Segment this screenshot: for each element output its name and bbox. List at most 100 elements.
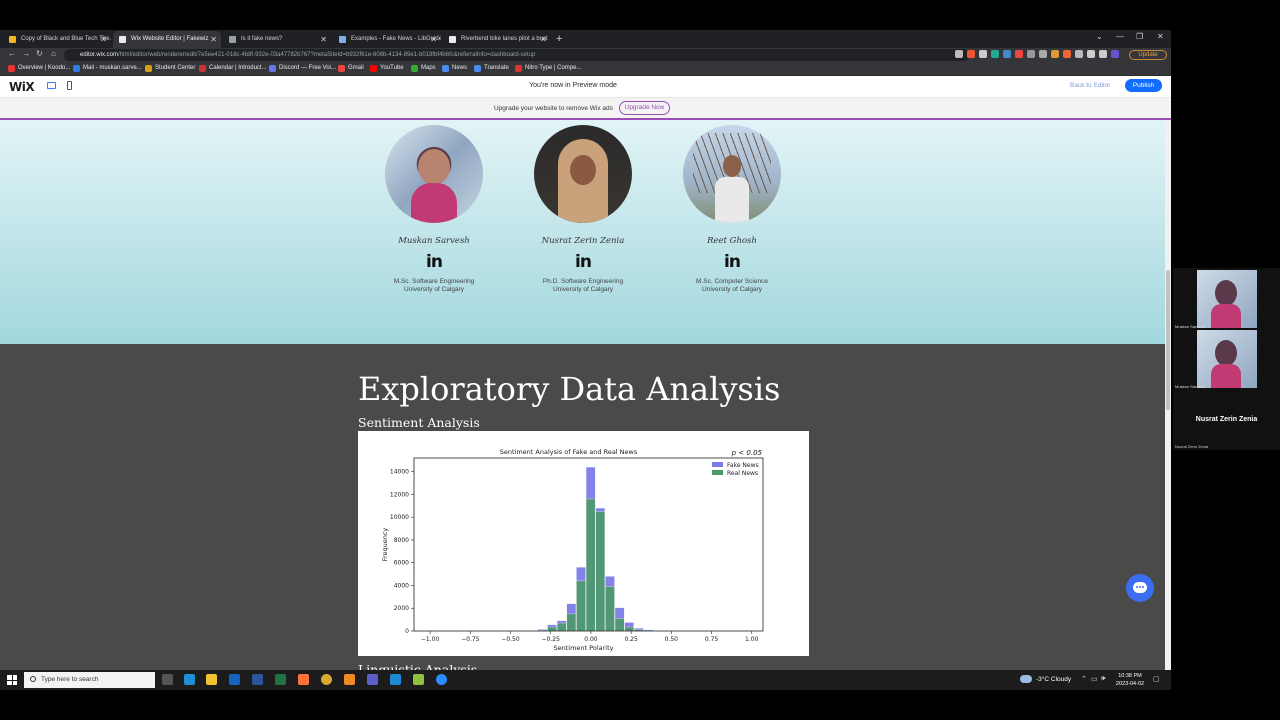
task-view-icon[interactable] [162, 674, 173, 685]
minimize-icon[interactable]: — [1116, 32, 1124, 41]
tab-title: Copy of Black and Blue Tech The... [21, 36, 111, 42]
close-tab-icon[interactable]: ✕ [210, 31, 217, 48]
address-bar[interactable]: editor.wix.com/html/editor/web/renderer/… [64, 49, 969, 61]
extension-icon[interactable] [979, 50, 987, 58]
file-explorer-icon[interactable] [206, 674, 217, 685]
browser-tab[interactable]: Riverbend bike lanes pilot a bust ✕ [443, 31, 551, 48]
chrome-icon[interactable] [321, 674, 332, 685]
extension-icon[interactable] [1087, 50, 1095, 58]
browser-tab[interactable]: Copy of Black and Blue Tech The... ✕ [3, 31, 111, 48]
tray-chevron-icon[interactable]: ⌃ [1081, 675, 1087, 683]
extension-icon[interactable] [955, 50, 963, 58]
extension-icon[interactable] [1075, 50, 1083, 58]
close-tab-icon[interactable]: ✕ [430, 31, 437, 48]
y-tick-label: 14000 [390, 469, 409, 476]
bookmark-item[interactable]: Calendar | Introduct... [199, 64, 267, 73]
bookmark-favicon-icon [411, 65, 418, 72]
bookmark-item[interactable]: Maps [411, 64, 436, 73]
screen: Copy of Black and Blue Tech The... ✕ Wix W… [0, 0, 1280, 720]
extension-icon[interactable] [1039, 50, 1047, 58]
taskbar-search[interactable]: Type here to search [24, 672, 155, 688]
linkedin-icon[interactable]: in [657, 252, 807, 272]
close-tab-icon[interactable]: ✕ [320, 31, 327, 48]
close-window-icon[interactable]: ✕ [1157, 32, 1164, 41]
vlc-icon[interactable] [344, 674, 355, 685]
publish-button[interactable]: Publish [1125, 79, 1162, 92]
search-placeholder: Type here to search [41, 676, 99, 683]
participant-name: Muskan Sarvesh [1175, 384, 1205, 389]
notepad-plus-icon[interactable] [413, 674, 424, 685]
chart-title: Sentiment Analysis of Fake and Real News [500, 448, 638, 456]
extension-icon[interactable] [991, 50, 999, 58]
team-section: Muskan Sarvesh in M.Sc. Software Enginee… [0, 120, 1165, 344]
bookmark-item[interactable]: Mail - muskan.sarve... [73, 64, 142, 73]
extension-icon[interactable] [1027, 50, 1035, 58]
y-tick-label: 8000 [394, 537, 409, 544]
volume-icon[interactable]: 🕪 [1101, 675, 1105, 683]
back-icon[interactable]: ← [8, 49, 16, 58]
update-button[interactable]: Update [1129, 50, 1167, 60]
bookmark-label: Mail - muskan.sarve... [83, 65, 142, 71]
real-news-bar [566, 613, 577, 632]
bookmark-item[interactable]: Discord — Free Voi... [269, 64, 336, 73]
bookmark-item[interactable]: News [442, 64, 467, 73]
restore-icon[interactable]: ❐ [1136, 32, 1143, 41]
browser-tab[interactable]: Examples - Fake News - LibGuides ✕ [333, 31, 441, 48]
bookmark-item[interactable]: Nitro Type | Compe... [515, 64, 581, 73]
tab-favicon-icon [449, 36, 456, 43]
tab-title: Is it fake news? [241, 36, 283, 42]
extension-icon[interactable] [1015, 50, 1023, 58]
bookmark-item[interactable]: YouTube [370, 64, 404, 73]
zoom-icon[interactable] [436, 674, 447, 685]
taskbar: Type here to search -3°C Cloudy ⌃ ▭ 🕪 10… [0, 670, 1171, 690]
back-to-editor-link[interactable]: Back to Editor [1070, 82, 1110, 89]
firefox-icon[interactable] [298, 674, 309, 685]
clock-date: 2023-04-02 [1115, 681, 1145, 687]
bookmark-favicon-icon [338, 65, 345, 72]
y-axis-label: Frequency [381, 528, 389, 562]
close-tab-icon[interactable]: ✕ [100, 31, 107, 48]
x-tick-label: 0.25 [624, 636, 638, 643]
chart-annotation: p < 0.05 [731, 449, 763, 457]
tab-favicon-icon [9, 36, 16, 43]
bookmark-item[interactable]: Student Center [145, 64, 195, 73]
network-icon[interactable]: ▭ [1091, 675, 1098, 683]
teams-icon[interactable] [367, 674, 378, 685]
windows-start-icon[interactable] [7, 675, 17, 685]
browser-tab[interactable]: Wix Website Editor | Fakewiz ✕ [113, 31, 221, 48]
extension-icon[interactable] [967, 50, 975, 58]
extension-icon[interactable] [1003, 50, 1011, 58]
close-tab-icon[interactable]: ✕ [540, 31, 547, 48]
linkedin-icon[interactable]: in [508, 252, 658, 272]
forward-icon[interactable]: → [22, 49, 30, 58]
photos-icon[interactable] [390, 674, 401, 685]
notification-icon[interactable]: ▢ [1153, 675, 1160, 683]
home-icon[interactable]: ⌂ [51, 49, 56, 58]
page-scrollbar[interactable] [1165, 120, 1171, 670]
tab-favicon-icon [229, 36, 236, 43]
system-clock[interactable]: 10:38 PM 2023-04-02 [1110, 672, 1150, 688]
extension-icon[interactable] [1063, 50, 1071, 58]
chat-button[interactable] [1126, 574, 1154, 602]
edge-icon[interactable] [184, 674, 195, 685]
outlook-icon[interactable] [229, 674, 240, 685]
excel-icon[interactable] [275, 674, 286, 685]
bookmark-item[interactable]: Overview | Koodo... [8, 64, 70, 73]
member-university: University of Calgary [404, 286, 464, 293]
bookmark-item[interactable]: Gmail [338, 64, 364, 73]
extension-icon[interactable] [1111, 50, 1119, 58]
extension-icon[interactable] [1099, 50, 1107, 58]
linkedin-icon[interactable]: in [359, 252, 509, 272]
extension-icon[interactable] [1051, 50, 1059, 58]
tab-search-icon[interactable]: ⌄ [1096, 32, 1103, 41]
scrollbar-thumb[interactable] [1166, 270, 1170, 410]
reload-icon[interactable]: ↻ [36, 49, 43, 58]
word-icon[interactable] [252, 674, 263, 685]
weather-widget[interactable]: -3°C Cloudy [1020, 675, 1071, 683]
browser-tab[interactable]: Is it fake news? ✕ [223, 31, 331, 48]
new-tab-button[interactable]: + [556, 31, 562, 47]
upgrade-now-button[interactable]: Upgrade Now [619, 101, 670, 115]
real-news-bar [595, 511, 606, 632]
bookmark-item[interactable]: Translate [474, 64, 509, 73]
y-tick-label: 2000 [394, 605, 409, 612]
